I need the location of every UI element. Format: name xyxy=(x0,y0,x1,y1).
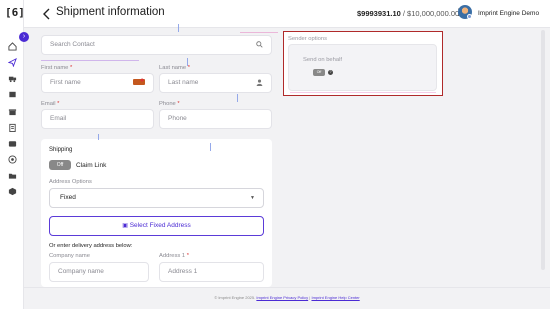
folder-icon[interactable] xyxy=(7,170,17,180)
phone-placeholder: Phone xyxy=(168,115,187,122)
required-marker: * xyxy=(70,65,73,71)
document-icon: ▣ xyxy=(122,223,128,229)
guide-line xyxy=(237,94,238,102)
box-icon[interactable] xyxy=(7,89,17,99)
logo: [6] xyxy=(5,6,25,19)
guide-line xyxy=(41,60,139,61)
select-fixed-address-button[interactable]: ▣ Select Fixed Address xyxy=(49,216,264,236)
page-title: Shipment information xyxy=(56,6,165,18)
address1-input[interactable]: Address 1 xyxy=(159,262,264,282)
cube-icon[interactable] xyxy=(7,186,17,196)
left-rail: [6] xyxy=(0,0,25,309)
send-on-behalf-label: Send on behalf xyxy=(303,57,343,63)
footer-copyright: © Imprint Engine 2025. xyxy=(214,295,256,300)
select-fixed-address-label: Select Fixed Address xyxy=(129,222,191,229)
send-icon[interactable] xyxy=(4,55,20,69)
user-name[interactable]: Imprint Engine Demo xyxy=(478,10,539,17)
address-options-select[interactable]: Fixed ▼ xyxy=(49,188,264,208)
email-placeholder: Email xyxy=(50,115,67,122)
truck-icon[interactable] xyxy=(7,73,17,83)
send-on-behalf-toggle[interactable]: Off xyxy=(313,69,325,76)
guide-line xyxy=(187,58,188,66)
search-contact-input[interactable]: Search Contact xyxy=(41,35,272,55)
back-arrow-icon[interactable] xyxy=(42,8,52,20)
email-input[interactable]: Email xyxy=(41,109,154,129)
first-name-label: First name * xyxy=(41,65,72,71)
claim-link-toggle[interactable]: Off xyxy=(49,160,71,170)
first-name-label-text: First name xyxy=(41,65,69,71)
company-name-label: Company name xyxy=(49,253,90,259)
clipboard-icon[interactable] xyxy=(7,122,17,132)
balance-limit: / $10,000,000.00 xyxy=(402,9,460,18)
phone-input[interactable]: Phone xyxy=(159,109,272,129)
guide-line xyxy=(240,32,278,33)
avatar-status-dot xyxy=(467,14,472,19)
scrollbar[interactable] xyxy=(541,30,545,270)
collapse-sidebar-button[interactable]: › xyxy=(19,32,29,42)
address1-label: Address 1 * xyxy=(159,253,189,259)
header: Shipment information $9993931.10 / $10,0… xyxy=(24,0,550,28)
person-icon[interactable]: ● xyxy=(140,77,144,84)
last-name-placeholder: Last name xyxy=(168,79,199,86)
address-options-label: Address Options xyxy=(49,179,92,185)
company-name-input[interactable]: Company name xyxy=(49,262,149,282)
first-name-placeholder: First name xyxy=(50,79,81,86)
or-enter-address-text: Or enter delivery address below: xyxy=(49,243,133,249)
person-icon[interactable] xyxy=(256,79,263,86)
help-center-link[interactable]: Imprint Engine Help Center xyxy=(311,295,359,300)
sender-options-box: Send on behalf Off ? xyxy=(288,44,437,91)
sender-options-title: Sender options xyxy=(288,36,327,42)
required-marker: * xyxy=(187,65,190,71)
email-label-text: Email xyxy=(41,101,56,107)
last-name-label: Last name * xyxy=(159,65,190,71)
search-contact-placeholder: Search Contact xyxy=(50,41,95,48)
privacy-policy-link[interactable]: Imprint Engine Privacy Policy xyxy=(256,295,308,300)
home-icon[interactable] xyxy=(7,41,17,51)
required-marker: * xyxy=(186,253,189,259)
help-icon[interactable]: ? xyxy=(328,70,333,75)
shipping-card: Shipping Off Claim Link Address Options … xyxy=(41,139,272,287)
chevron-down-icon: ▼ xyxy=(250,195,255,201)
sender-options-panel: Sender options Send on behalf Off ? xyxy=(283,31,443,96)
address-options-value: Fixed xyxy=(60,194,76,201)
guide-line xyxy=(178,24,179,32)
shipping-title: Shipping xyxy=(49,147,73,153)
guide-line xyxy=(210,143,211,151)
guide-line xyxy=(290,92,436,93)
footer: © Imprint Engine 2025. Imprint Engine Pr… xyxy=(24,287,550,309)
required-marker: * xyxy=(177,101,180,107)
gift-icon[interactable] xyxy=(7,106,17,116)
address1-label-text: Address 1 xyxy=(159,253,186,259)
balance-amount: $9993931.10 xyxy=(357,9,401,18)
guide-line xyxy=(98,134,99,140)
address1-placeholder: Address 1 xyxy=(168,268,198,275)
claim-link-label: Claim Link xyxy=(76,162,107,169)
phone-label-text: Phone xyxy=(159,101,176,107)
phone-label: Phone * xyxy=(159,101,180,107)
balance-display: $9993931.10 / $10,000,000.00 xyxy=(357,9,459,18)
email-label: Email * xyxy=(41,101,59,107)
required-marker: * xyxy=(57,101,60,107)
last-name-label-text: Last name xyxy=(159,65,187,71)
company-name-placeholder: Company name xyxy=(58,268,104,275)
target-icon[interactable] xyxy=(7,154,17,164)
search-icon[interactable] xyxy=(256,41,263,48)
wallet-icon[interactable] xyxy=(7,138,17,148)
